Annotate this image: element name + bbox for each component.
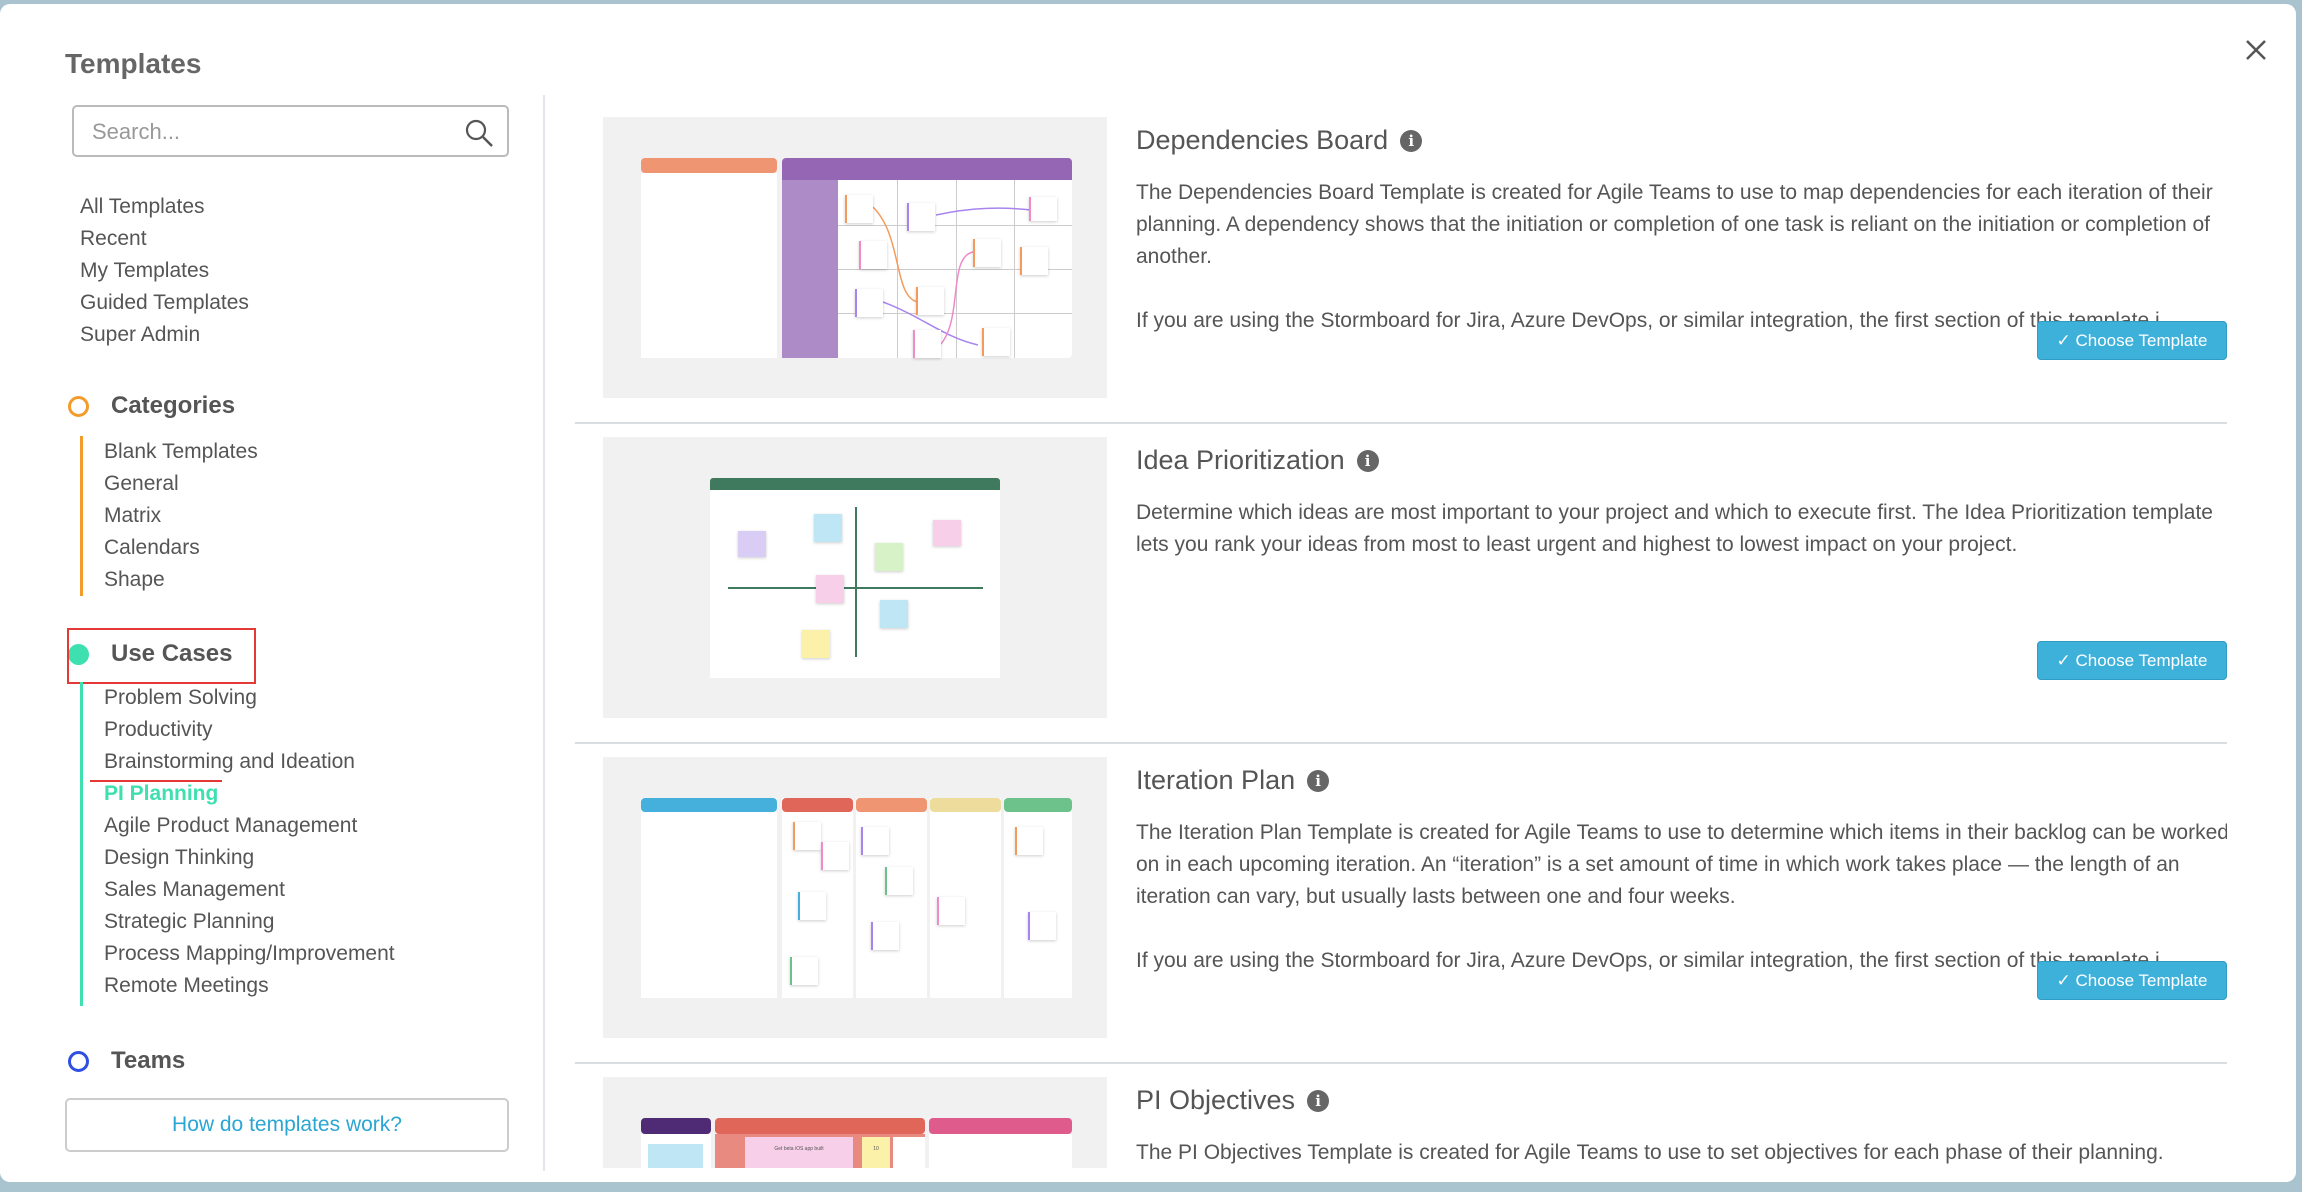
use-case-problem-solving[interactable]: Problem Solving (104, 682, 395, 714)
close-icon[interactable] (2238, 32, 2274, 68)
use-cases-list: Problem Solving Productivity Brainstormi… (80, 682, 395, 1006)
templates-modal: Templates All Templates Recent My Templa… (0, 4, 2296, 1182)
choose-template-button[interactable]: ✓ Choose Template (2037, 641, 2227, 680)
category-calendars[interactable]: Calendars (104, 532, 258, 564)
template-list: Dependencies Board i The Dependencies Boa… (575, 4, 2227, 1168)
use-case-sales-management[interactable]: Sales Management (104, 874, 395, 906)
card-separator (575, 1062, 2227, 1064)
nav-list: All Templates Recent My Templates Guided… (80, 191, 249, 351)
thumb-note: Get beta iOS app built (745, 1137, 853, 1168)
highlight-box (67, 628, 256, 684)
sidebar-divider (543, 95, 545, 1171)
categories-list: Blank Templates General Matrix Calendars… (80, 436, 258, 596)
info-icon[interactable]: i (1307, 1089, 1330, 1112)
template-title: Dependencies Board i (1136, 125, 1423, 156)
highlight-underline (90, 780, 222, 782)
nav-super-admin[interactable]: Super Admin (80, 319, 249, 351)
use-case-productivity[interactable]: Productivity (104, 714, 395, 746)
search-field[interactable] (72, 105, 509, 157)
category-matrix[interactable]: Matrix (104, 500, 258, 532)
template-card-iteration-plan: Iteration Plan i The Iteration Plan Templ… (575, 757, 2227, 1077)
use-case-brainstorming[interactable]: Brainstorming and Ideation (104, 746, 395, 778)
nav-all-templates[interactable]: All Templates (80, 191, 249, 223)
teams-circle-icon (68, 1050, 89, 1072)
template-preview-dependencies-board[interactable] (603, 117, 1107, 398)
card-separator (575, 742, 2227, 744)
check-icon: ✓ (2056, 331, 2076, 350)
thumb-number: 10 (862, 1137, 890, 1168)
template-description: The Iteration Plan Template is created f… (1136, 821, 2227, 972)
info-icon[interactable]: i (1307, 769, 1330, 792)
card-separator (575, 422, 2227, 424)
template-preview-idea-prioritization[interactable] (603, 437, 1107, 718)
teams-label: Teams (111, 1047, 186, 1074)
template-description: The PI Objectives Template is created fo… (1136, 1141, 2164, 1164)
nav-recent[interactable]: Recent (80, 223, 249, 255)
use-case-remote-meetings[interactable]: Remote Meetings (104, 970, 395, 1002)
use-case-strategic-planning[interactable]: Strategic Planning (104, 906, 395, 938)
use-case-agile-product-management[interactable]: Agile Product Management (104, 810, 395, 842)
teams-header[interactable]: Teams (68, 1047, 185, 1075)
use-case-process-mapping[interactable]: Process Mapping/Improvement (104, 938, 395, 970)
info-icon[interactable]: i (1400, 129, 1423, 152)
template-preview-iteration-plan[interactable] (603, 757, 1107, 1038)
choose-template-button[interactable]: ✓ Choose Template (2037, 961, 2227, 1000)
category-general[interactable]: General (104, 468, 258, 500)
check-icon: ✓ (2056, 971, 2076, 990)
use-case-pi-planning[interactable]: PI Planning (104, 778, 395, 810)
template-description: The Dependencies Board Template is creat… (1136, 181, 2213, 332)
search-input[interactable] (92, 119, 452, 145)
template-title: Iteration Plan i (1136, 765, 1330, 796)
how-templates-work-button[interactable]: How do templates work? (65, 1098, 509, 1152)
check-icon: ✓ (2056, 651, 2076, 670)
category-shape[interactable]: Shape (104, 564, 258, 596)
search-icon[interactable] (463, 117, 495, 149)
use-case-design-thinking[interactable]: Design Thinking (104, 842, 395, 874)
template-title: Idea Prioritization i (1136, 445, 1379, 476)
template-card-idea-prioritization: Idea Prioritization i Determine which ide… (575, 437, 2227, 757)
category-blank-templates[interactable]: Blank Templates (104, 436, 258, 468)
categories-circle-icon (68, 395, 89, 417)
template-card-pi-objectives: Get beta iOS app built 10 PI Objectives i… (575, 1077, 2227, 1168)
page-title: Templates (65, 48, 202, 79)
template-title: PI Objectives i (1136, 1085, 1330, 1116)
categories-header[interactable]: Categories (68, 392, 235, 420)
template-preview-pi-objectives[interactable]: Get beta iOS app built 10 (603, 1077, 1107, 1168)
info-icon[interactable]: i (1356, 449, 1379, 472)
choose-template-button[interactable]: ✓ Choose Template (2037, 321, 2227, 360)
template-description: Determine which ideas are most important… (1136, 501, 2213, 556)
template-card-dependencies-board: Dependencies Board i The Dependencies Boa… (575, 117, 2227, 437)
categories-label: Categories (111, 392, 236, 419)
nav-guided-templates[interactable]: Guided Templates (80, 287, 249, 319)
nav-my-templates[interactable]: My Templates (80, 255, 249, 287)
